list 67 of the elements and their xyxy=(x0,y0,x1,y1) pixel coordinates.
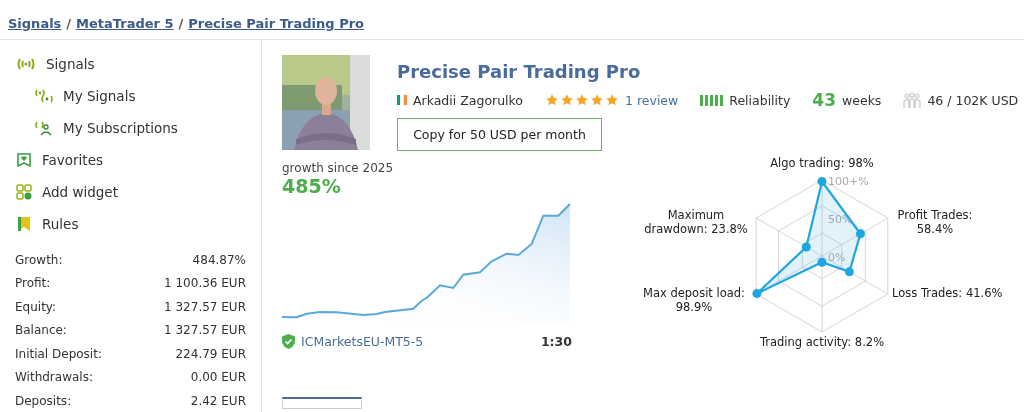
stat-label: Deposits: xyxy=(15,393,72,408)
star-icon xyxy=(590,93,604,107)
radar-point xyxy=(844,267,854,277)
menu-item[interactable]: Signals xyxy=(0,48,95,80)
radar-point xyxy=(752,289,762,299)
breadcrumb-separator: / xyxy=(66,16,72,33)
stat-label: Initial Deposit: xyxy=(15,346,102,361)
star-icon xyxy=(605,93,619,107)
signals-icon xyxy=(35,88,53,104)
axis-label: Maximum drawdown: 23.8% xyxy=(643,208,749,236)
reliability-label: Reliability xyxy=(729,92,791,108)
flag-icon xyxy=(397,95,407,105)
breadcrumb-link[interactable]: Precise Pair Trading Pro xyxy=(188,16,364,39)
stat-value: 1 100.36 EUR xyxy=(164,276,246,291)
star-icon xyxy=(560,93,574,107)
subscriber-icon xyxy=(35,120,53,136)
panel-tab[interactable] xyxy=(282,397,362,409)
people-icon xyxy=(903,91,922,109)
radar-point xyxy=(855,229,865,239)
stat-label: Equity: xyxy=(15,299,57,314)
flag-icon xyxy=(16,216,32,232)
axis-label: Profit Trades: 58.4% xyxy=(896,208,974,236)
scale-label: 100+% xyxy=(828,175,869,188)
reliability-bars-icon xyxy=(700,94,724,106)
stat-value: 224.79 EUR xyxy=(175,346,246,361)
menu-item[interactable]: Add widget xyxy=(0,176,118,208)
menu-item[interactable]: Favorites xyxy=(0,144,103,176)
breadcrumb-link[interactable]: Signals xyxy=(8,16,62,39)
stat-value: 1 327.57 EUR xyxy=(164,299,246,314)
signal-icon xyxy=(16,57,36,71)
leverage-value: 1:30 xyxy=(540,334,572,349)
star-icon xyxy=(545,93,559,107)
radar-point xyxy=(817,177,827,186)
growth-caption: growth since 2025 xyxy=(282,161,395,175)
scale-label: 0% xyxy=(828,251,846,264)
stat-value: 2.42 EUR xyxy=(190,393,246,408)
bookmark-heart-icon xyxy=(16,152,32,168)
copy-button[interactable]: Copy for 50 USD per month xyxy=(397,118,602,151)
menu-item[interactable]: My Signals xyxy=(0,80,136,112)
radar-point xyxy=(817,257,827,267)
broker-link[interactable]: ICMarketsEU-MT5-5 xyxy=(301,334,424,349)
axis-label: Algo trading: 98% xyxy=(769,156,875,170)
stat-value: 484.87% xyxy=(192,252,246,267)
breadcrumb-link[interactable]: MetaTrader 5 xyxy=(76,16,174,39)
author-name: Arkadii Zagorulko xyxy=(413,92,523,108)
growth-value: 485% xyxy=(282,175,342,197)
stat-label: Profit: xyxy=(15,276,51,291)
stat-label: Growth: xyxy=(15,252,63,267)
breadcrumb-separator: / xyxy=(178,16,184,33)
star-icon xyxy=(575,93,589,107)
reviews-link[interactable]: 1 review xyxy=(625,92,679,108)
stat-label: Withdrawals: xyxy=(15,370,93,385)
axis-label: Trading activity: 8.2% xyxy=(758,335,886,349)
widget-icon xyxy=(16,184,32,200)
radar-point xyxy=(801,242,811,252)
signal-title: Precise Pair Trading Pro xyxy=(397,61,642,82)
axis-label: Loss Trades: 41.6% xyxy=(892,286,1004,300)
stat-label: Balance: xyxy=(15,323,67,338)
subscribers-count: 46 / 102K USD xyxy=(927,92,1019,108)
weeks-count: 43 xyxy=(812,90,837,110)
shield-check-icon xyxy=(282,334,295,349)
stat-value: 1 327.57 EUR xyxy=(164,323,246,338)
weeks-label: weeks xyxy=(842,92,882,108)
menu-item[interactable]: My Subscriptions xyxy=(0,112,178,144)
axis-label: Max deposit load: 98.9% xyxy=(642,286,746,314)
menu-item[interactable]: Rules xyxy=(0,208,79,240)
stat-value: 0.00 EUR xyxy=(190,370,246,385)
